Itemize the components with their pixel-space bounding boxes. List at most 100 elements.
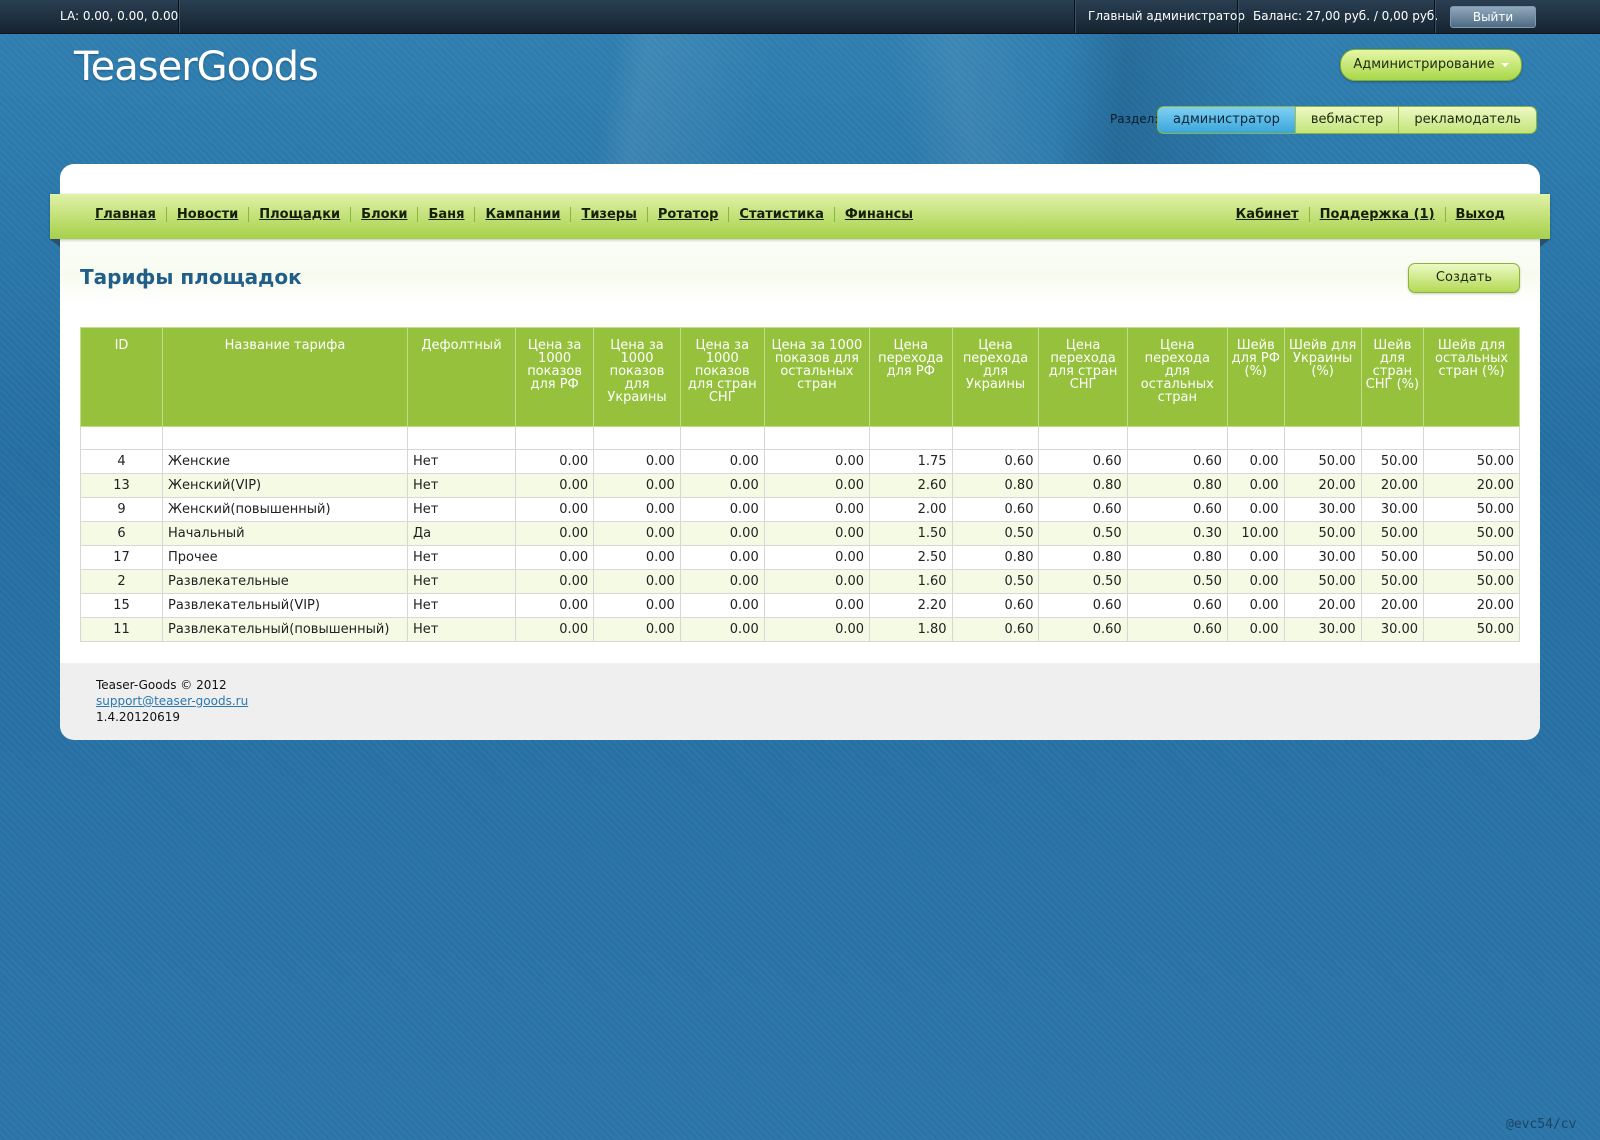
nav-item-support[interactable]: Поддержка (1)	[1308, 207, 1445, 222]
table-row[interactable]: 17 Прочее Нет 0.00 0.00 0.00 0.00 2.50 0.80 0.80 0…	[80, 545, 1520, 570]
column-header-shave-other[interactable]: Шейв для остальных стран (%)	[1423, 327, 1520, 427]
filter-cell[interactable]	[869, 426, 953, 450]
cell-value: 20.00	[1283, 593, 1362, 618]
filter-cell[interactable]	[407, 426, 516, 450]
column-header-id[interactable]: ID	[80, 327, 163, 427]
table-filter-row	[80, 426, 1520, 450]
section-administrator[interactable]: администратор	[1158, 107, 1295, 133]
nav-item-finances[interactable]: Финансы	[833, 207, 923, 222]
tariffs-table: ID Название тарифа Дефолтный Цена за 100…	[80, 327, 1520, 642]
table-row[interactable]: 2 Развлекательные Нет 0.00 0.00 0.00 0.00 1.60 0…	[80, 569, 1520, 594]
footer-support-email[interactable]: support@teaser-goods.ru	[96, 694, 248, 708]
table-row[interactable]: 15 Развлекательный(VIP) Нет 0.00 0.00 0.00 0.0…	[80, 593, 1520, 618]
cell-tariff-name[interactable]: Развлекательный(VIP)	[162, 593, 408, 618]
column-header-cpm-other[interactable]: Цена за 1000 показов для остальных стран	[763, 327, 871, 427]
footer-copyright: Teaser-Goods © 2012	[96, 678, 227, 692]
cell-tariff-name[interactable]: Женские	[162, 449, 408, 474]
cell-value: 20.00	[1360, 593, 1425, 618]
column-header-cpm-rf[interactable]: Цена за 1000 показов для РФ	[514, 327, 595, 427]
column-header-cpc-other[interactable]: Цена перехода для остальных стран	[1126, 327, 1228, 427]
top-bar-divider	[1434, 0, 1436, 33]
cell-default: Нет	[407, 545, 516, 570]
filter-cell[interactable]	[514, 426, 595, 450]
top-bar: LA: 0.00, 0.00, 0.00 Главный администрат…	[0, 0, 1600, 34]
cell-value: 0.60	[951, 593, 1040, 618]
cell-value: 10.00	[1226, 521, 1285, 546]
nav-item-campaigns[interactable]: Кампании	[474, 207, 570, 222]
filter-cell[interactable]	[593, 426, 681, 450]
nav-item-sites[interactable]: Площадки	[248, 207, 350, 222]
filter-cell[interactable]	[1283, 426, 1362, 450]
column-header-shave-cis[interactable]: Шейв для стран СНГ (%)	[1360, 327, 1425, 427]
table-row[interactable]: 6 Начальный Да 0.00 0.00 0.00 0.00 1.50 0.50 0.50…	[80, 521, 1520, 546]
column-header-cpc-cis[interactable]: Цена перехода для стран СНГ	[1038, 327, 1128, 427]
filter-cell[interactable]	[1038, 426, 1128, 450]
cell-value: 50.00	[1283, 569, 1362, 594]
filter-cell[interactable]	[1126, 426, 1228, 450]
table-row[interactable]: 9 Женский(повышенный) Нет 0.00 0.00 0.00 0.00 2…	[80, 497, 1520, 522]
cell-tariff-name[interactable]: Развлекательные	[162, 569, 408, 594]
cell-tariff-name[interactable]: Женский(повышенный)	[162, 497, 408, 522]
cell-id: 13	[80, 473, 163, 498]
nav-item-cabinet[interactable]: Кабинет	[1226, 207, 1309, 222]
filter-cell[interactable]	[162, 426, 408, 450]
cell-value: 0.00	[1226, 449, 1285, 474]
cell-tariff-name[interactable]: Развлекательный(повышенный)	[162, 617, 408, 642]
cell-value: 0.00	[763, 617, 871, 642]
cell-value: 20.00	[1283, 473, 1362, 498]
cell-value: 50.00	[1423, 497, 1520, 522]
cell-value: 0.00	[1226, 593, 1285, 618]
cell-value: 0.00	[679, 569, 765, 594]
cell-tariff-name[interactable]: Начальный	[162, 521, 408, 546]
cell-value: 50.00	[1283, 449, 1362, 474]
nav-item-news[interactable]: Новости	[165, 207, 248, 222]
filter-cell[interactable]	[763, 426, 871, 450]
filter-cell[interactable]	[80, 426, 163, 450]
filter-cell[interactable]	[1226, 426, 1285, 450]
filter-cell[interactable]	[1360, 426, 1425, 450]
administration-menu-label: Администрирование	[1353, 57, 1495, 72]
nav-item-ban[interactable]: Баня	[417, 207, 474, 222]
logo[interactable]: TeaserGoods	[74, 44, 319, 90]
cell-id: 6	[80, 521, 163, 546]
column-header-shave-ua[interactable]: Шейв для Украины (%)	[1283, 327, 1362, 427]
cell-tariff-name[interactable]: Прочее	[162, 545, 408, 570]
cell-value: 0.00	[514, 497, 595, 522]
table-row[interactable]: 13 Женский(VIP) Нет 0.00 0.00 0.00 0.00 2.60 0.8…	[80, 473, 1520, 498]
cell-tariff-name[interactable]: Женский(VIP)	[162, 473, 408, 498]
cell-value: 20.00	[1423, 473, 1520, 498]
cell-value: 50.00	[1423, 521, 1520, 546]
table-row[interactable]: 4 Женские Нет 0.00 0.00 0.00 0.00 1.75 0.60 0.60 0…	[80, 449, 1520, 474]
nav-item-rotator[interactable]: Ротатор	[646, 207, 729, 222]
column-header-cpm-ua[interactable]: Цена за 1000 показов для Украины	[593, 327, 681, 427]
column-header-cpm-cis[interactable]: Цена за 1000 показов для стран СНГ	[679, 327, 765, 427]
nav-item-statistics[interactable]: Статистика	[728, 207, 833, 222]
cell-value: 50.00	[1423, 617, 1520, 642]
column-header-shave-rf[interactable]: Шейв для РФ (%)	[1226, 327, 1285, 427]
nav-item-home[interactable]: Главная	[85, 207, 166, 222]
filter-cell[interactable]	[1423, 426, 1520, 450]
main-nav: Главная Новости Площадки Блоки Баня Камп…	[50, 194, 1550, 247]
section-advertiser[interactable]: рекламодатель	[1398, 107, 1536, 133]
nav-item-teasers[interactable]: Тизеры	[570, 207, 646, 222]
filter-cell[interactable]	[951, 426, 1040, 450]
filter-cell[interactable]	[679, 426, 765, 450]
column-header-default[interactable]: Дефолтный	[407, 327, 516, 427]
user-role: Главный администратор	[1088, 9, 1246, 23]
create-button[interactable]: Создать	[1408, 263, 1520, 293]
column-header-cpc-rf[interactable]: Цена перехода для РФ	[869, 327, 953, 427]
administration-menu-button[interactable]: Администрирование	[1340, 49, 1522, 81]
footer-version: 1.4.20120619	[96, 710, 180, 724]
cell-value: 0.60	[1126, 617, 1228, 642]
table-row[interactable]: 11 Развлекательный(повышенный) Нет 0.00 0.00…	[80, 617, 1520, 642]
column-header-cpc-ua[interactable]: Цена перехода для Украины	[951, 327, 1040, 427]
column-header-name[interactable]: Название тарифа	[162, 327, 408, 427]
nav-item-blocks[interactable]: Блоки	[350, 207, 417, 222]
cell-value: 0.60	[1038, 449, 1128, 474]
nav-item-exit[interactable]: Выход	[1444, 207, 1515, 222]
cell-value: 1.75	[869, 449, 953, 474]
section-webmaster[interactable]: вебмастер	[1294, 107, 1398, 133]
cell-value: 0.00	[1226, 545, 1285, 570]
logout-button[interactable]: Выйти	[1450, 6, 1536, 28]
table-header-row: ID Название тарифа Дефолтный Цена за 100…	[80, 327, 1520, 427]
